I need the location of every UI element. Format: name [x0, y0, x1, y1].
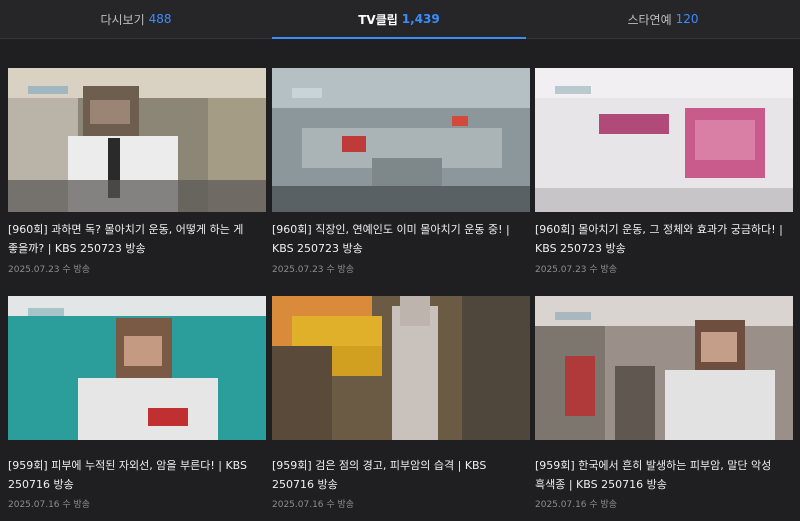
tab-replay[interactable]: 다시보기 488 [0, 0, 272, 38]
video-date: 2025.07.16 수 방송 [535, 500, 618, 510]
video-title[interactable]: [959회] 검은 점의 경고, 피부암의 습격 | KBS 250716 방송 [272, 456, 524, 494]
tab-star-entertainment-count: 120 [675, 12, 699, 26]
tab-tv-clip[interactable]: TV클립 1,439 [272, 0, 526, 39]
video-title[interactable]: [960회] 과하면 독? 몰아치기 운동, 어떻게 하는 게 좋을까? | K… [8, 220, 260, 258]
video-date: 2025.07.16 수 방송 [272, 500, 355, 510]
tab-tv-clip-count: 1,439 [401, 12, 440, 26]
tab-replay-count: 488 [148, 12, 172, 26]
video-thumbnail[interactable] [8, 296, 266, 440]
tab-star-entertainment-label: 스타연예 [627, 12, 672, 27]
tab-tv-clip-label: TV클립 [358, 12, 398, 27]
video-thumbnail[interactable] [8, 68, 266, 212]
video-title[interactable]: [960회] 직장인, 연예인도 이미 몰아치기 운동 중! | KBS 250… [272, 220, 524, 258]
video-title[interactable]: [960회] 몰아치기 운동, 그 정체와 효과가 궁금하다! | KBS 25… [535, 220, 787, 258]
video-title[interactable]: [959회] 한국에서 흔히 발생하는 피부암, 말단 악성 흑색종 | KBS… [535, 456, 787, 494]
tab-bar: 다시보기 488 TV클립 1,439 스타연예 120 [0, 0, 800, 39]
tab-star-entertainment[interactable]: 스타연예 120 [526, 0, 800, 38]
video-thumbnail[interactable] [272, 296, 530, 440]
video-date: 2025.07.23 수 방송 [535, 265, 618, 275]
video-thumbnail[interactable] [535, 68, 793, 212]
video-date: 2025.07.16 수 방송 [8, 500, 91, 510]
tab-replay-label: 다시보기 [100, 12, 145, 27]
video-thumbnail[interactable] [272, 68, 530, 212]
video-thumbnail[interactable] [535, 296, 793, 440]
video-date: 2025.07.23 수 방송 [8, 265, 91, 275]
video-title[interactable]: [959회] 피부에 누적된 자외선, 암을 부른다! | KBS 250716… [8, 456, 260, 494]
video-date: 2025.07.23 수 방송 [272, 265, 355, 275]
